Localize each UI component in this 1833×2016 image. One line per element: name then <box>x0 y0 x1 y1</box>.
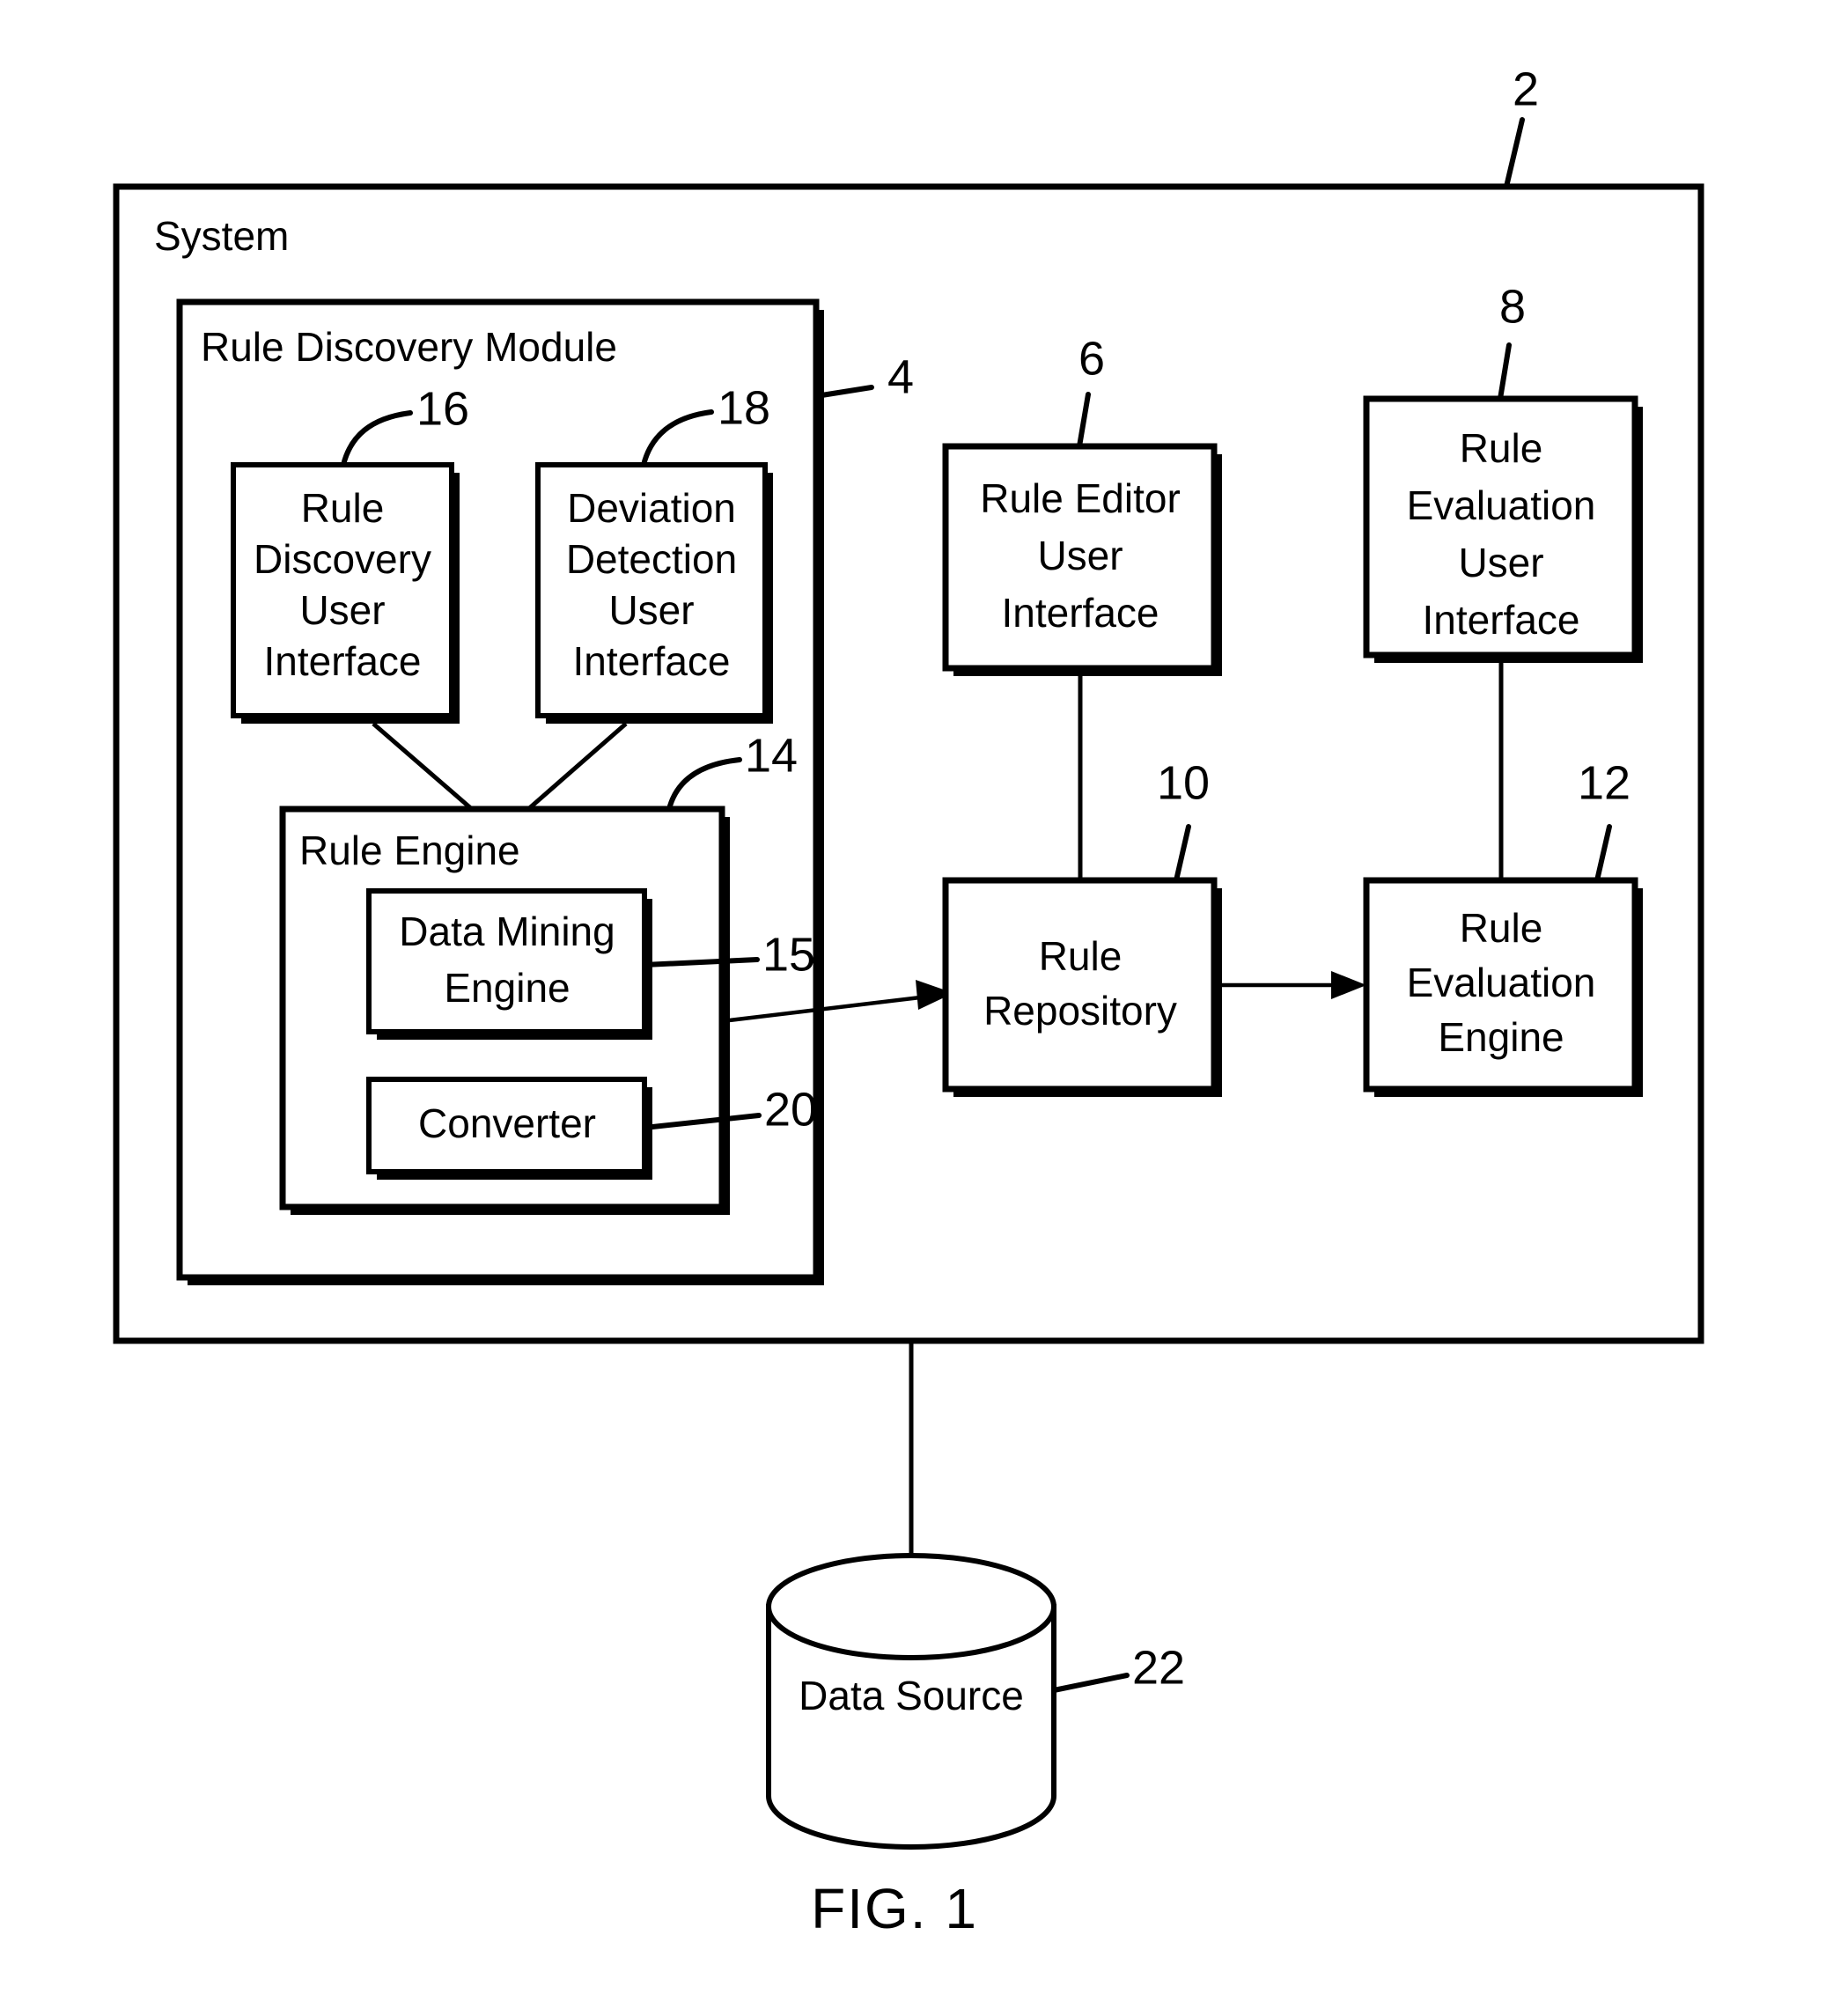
rule-evaluation-engine-line-3: Engine <box>1438 1014 1564 1060</box>
rule-discovery-ui-line-4: Interface <box>264 638 422 684</box>
rule-editor-ui-line-3: Interface <box>1002 590 1159 636</box>
patent-figure: System 2 Rule Discovery Module 4 Rule Di… <box>0 0 1833 2016</box>
data-source-leader-line <box>1051 1673 1130 1693</box>
converter-line-1: Converter <box>418 1100 596 1146</box>
deviation-detection-ui-line-1: Deviation <box>567 485 736 531</box>
rule-discovery-ui-ref-number: 16 <box>416 382 469 435</box>
deviation-detection-ui-line-4: Interface <box>573 638 731 684</box>
system-ref-number: 2 <box>1513 63 1539 115</box>
deviation-detection-ui-ref-number: 18 <box>718 381 770 434</box>
rule-discovery-ui-line-1: Rule <box>301 485 385 531</box>
rule-discovery-module-ref-number: 4 <box>887 350 914 403</box>
rule-evaluation-ui-ref-number: 8 <box>1499 280 1526 333</box>
rule-repository-box <box>942 877 1218 1093</box>
deviation-detection-ui-line-3: User <box>608 587 694 633</box>
rule-discovery-ui-line-3: User <box>299 587 385 633</box>
rule-engine-ref-number: 14 <box>745 729 798 782</box>
rule-repository-line-2: Repository <box>983 988 1177 1034</box>
system-leader-line <box>1504 117 1525 189</box>
figure-caption: FIG. 1 <box>811 1877 978 1940</box>
data-source-top-ellipse <box>766 1553 1056 1660</box>
data-mining-engine-line-2: Engine <box>444 965 570 1011</box>
data-source-ref-number: 22 <box>1132 1641 1185 1694</box>
rule-evaluation-engine-line-2: Evaluation <box>1407 960 1596 1005</box>
rule-repository-line-1: Rule <box>1039 933 1123 979</box>
rule-editor-ui-line-2: User <box>1037 533 1123 578</box>
rule-repository-ref-number: 10 <box>1157 756 1210 809</box>
rule-evaluation-engine-ref-number: 12 <box>1578 756 1631 809</box>
data-mining-engine-line-1: Data Mining <box>399 909 615 954</box>
system-block-diagram: System 2 Rule Discovery Module 4 Rule Di… <box>113 63 1704 1940</box>
data-source-label: Data Source <box>799 1673 1024 1718</box>
rule-evaluation-engine-line-1: Rule <box>1460 905 1543 951</box>
data-source-cylinder: Data Source 22 <box>766 1553 1185 1850</box>
rule-evaluation-ui-line-4: Interface <box>1423 597 1580 643</box>
rule-editor-ui-line-1: Rule Editor <box>980 475 1181 521</box>
system-label: System <box>154 213 289 259</box>
rule-evaluation-ui-line-2: Evaluation <box>1407 482 1596 528</box>
rule-discovery-module-label: Rule Discovery Module <box>201 324 617 370</box>
rule-evaluation-ui-line-3: User <box>1458 540 1543 585</box>
deviation-detection-ui-line-2: Detection <box>566 536 737 582</box>
data-mining-engine-ref-number: 15 <box>762 928 815 981</box>
rule-evaluation-ui-line-1: Rule <box>1460 425 1543 471</box>
rule-editor-ui-ref-number: 6 <box>1078 332 1105 385</box>
rule-discovery-ui-line-2: Discovery <box>254 536 431 582</box>
rule-engine-label: Rule Engine <box>299 828 520 873</box>
converter-ref-number: 20 <box>764 1083 817 1136</box>
